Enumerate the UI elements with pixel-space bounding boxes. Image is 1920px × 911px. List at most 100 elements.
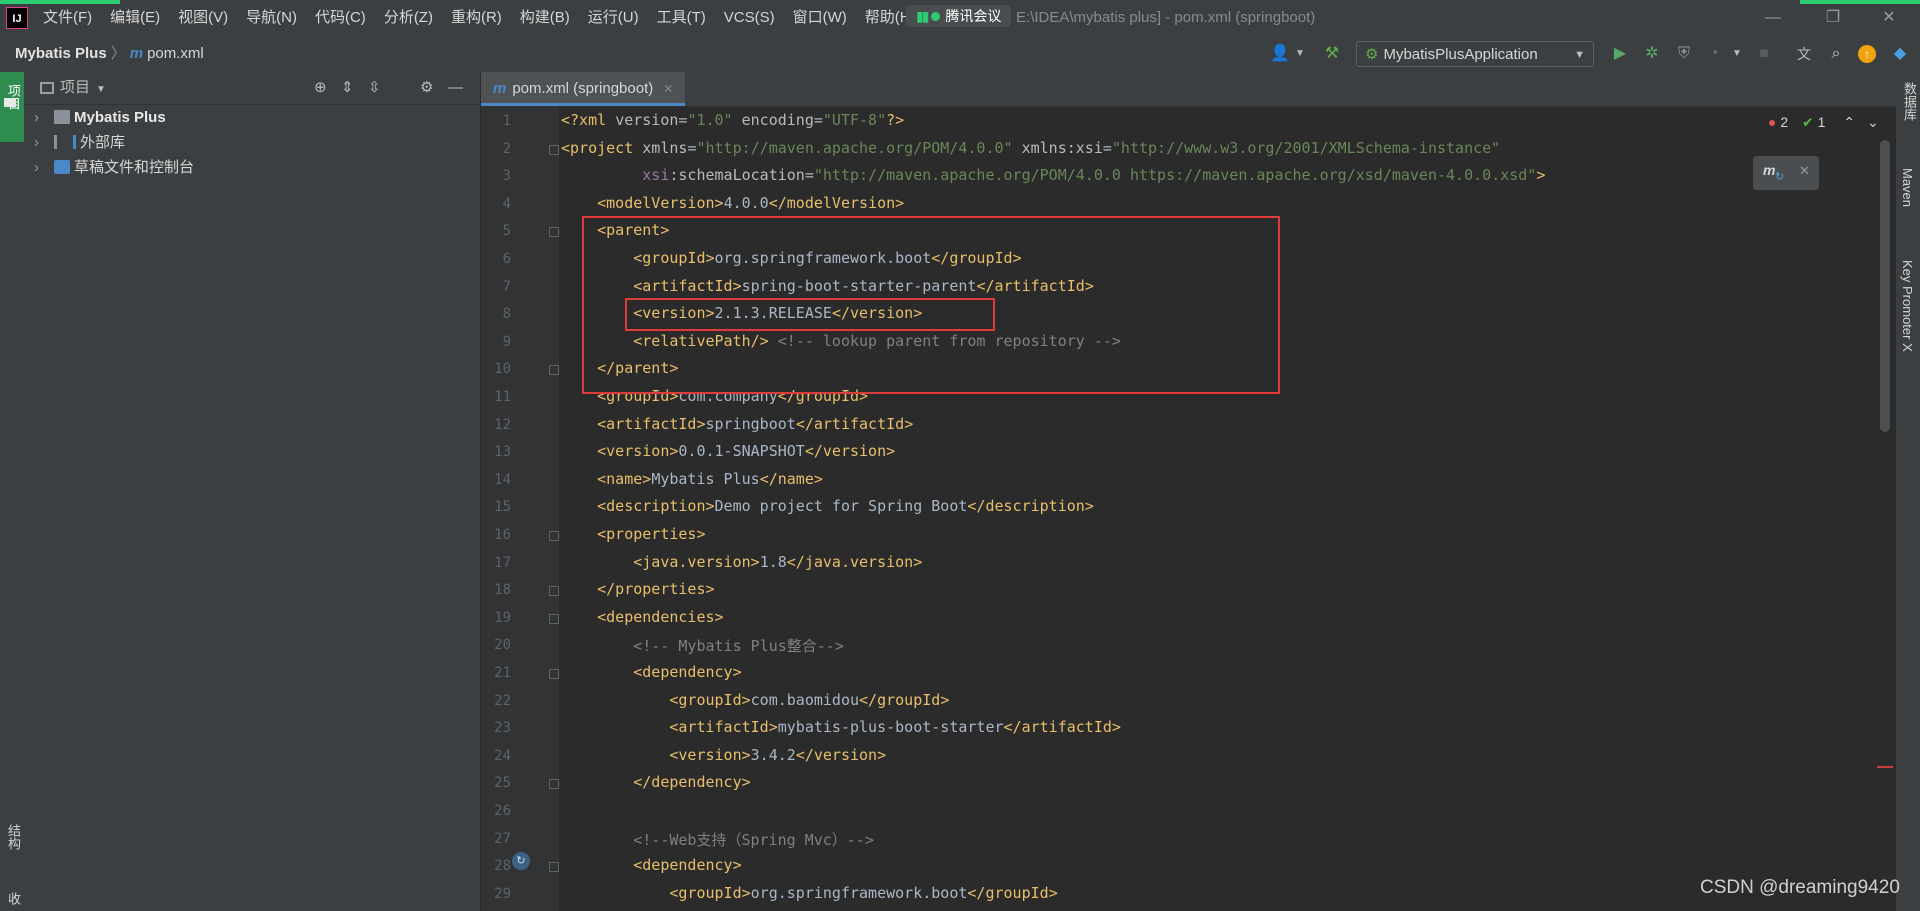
code-line[interactable]: <!-- Mybatis Plus整合--> [561,635,844,656]
error-stripe-marker[interactable] [1877,766,1893,768]
menu-item[interactable]: 运行(U) [579,0,648,36]
code-line[interactable]: <artifactId>springboot</artifactId> [561,415,913,433]
maven-tool-label[interactable]: Maven [1900,168,1915,207]
collapse-all-icon[interactable]: ⇳ [368,72,381,104]
code-line[interactable]: <project xmlns="http://maven.apache.org/… [561,139,1500,157]
fold-marker-icon[interactable] [549,365,559,376]
editor-scrollbar[interactable] [1880,140,1890,432]
breadcrumb-project[interactable]: Mybatis Plus [15,45,107,62]
code-line[interactable]: <dependency> [561,663,741,681]
database-tool-label[interactable]: 数据库 [1900,82,1919,121]
user-icon[interactable]: 👤 [1270,44,1290,64]
menu-item[interactable]: VCS(S) [715,0,784,36]
code-line[interactable]: <artifactId>mybatis-plus-boot-starter</a… [561,718,1121,736]
chevron-right-icon[interactable]: › [34,156,50,180]
profiler-icon[interactable]: ◔ [1704,44,1724,64]
menu-item[interactable]: 工具(T) [648,0,715,36]
chevron-down-icon[interactable]: ▼ [1727,44,1747,64]
maven-reload-icon[interactable]: m [1763,162,1775,178]
close-tab-icon[interactable]: ✕ [663,82,673,96]
expand-all-icon[interactable]: ⇕ [341,72,354,104]
line-number: 24 [494,747,511,764]
chevron-right-icon[interactable]: › [34,131,50,155]
menu-item[interactable]: 代码(C) [306,0,375,36]
plugin-icon[interactable]: ◆ [1890,44,1910,64]
breadcrumb-file[interactable]: pom.xml [147,45,204,62]
fold-marker-icon[interactable] [549,586,559,597]
code-line[interactable]: <groupId>com.baomidou</groupId> [561,691,949,709]
code-line[interactable]: <version>3.4.2</version> [561,746,886,764]
line-number: 27 [494,830,511,847]
code-line[interactable]: <properties> [561,525,705,543]
inspection-widget[interactable]: ● 2 ✔ 1 ⌃ ⌄ [1768,114,1879,131]
close-icon[interactable]: ✕ [1799,163,1810,179]
code-line[interactable]: <description>Demo project for Spring Boo… [561,497,1094,515]
chevron-down-icon[interactable]: ▼ [1290,44,1310,64]
structure-tool-label[interactable]: 结构 [4,824,23,850]
code-line[interactable]: <dependencies> [561,608,723,626]
fold-marker-icon[interactable] [549,862,559,873]
line-number: 3 [502,168,511,185]
next-highlight-icon[interactable]: ⌄ [1867,114,1879,130]
coverage-icon[interactable]: ⛨ [1674,44,1694,64]
meeting-indicator[interactable]: ▮▮ 腾讯会议 [906,5,1012,27]
menu-item[interactable]: 窗口(W) [784,0,856,36]
project-panel-title[interactable]: 项目 [60,79,90,96]
tree-item[interactable]: › Mybatis Plus [24,106,166,130]
run-icon[interactable]: ▶ [1610,44,1630,64]
maven-reload-popup[interactable]: m ↻ ✕ [1753,156,1819,190]
previous-highlight-icon[interactable]: ⌃ [1843,114,1855,130]
tab-pom-xml[interactable]: m pom.xml (springboot) ✕ [481,72,686,106]
search-icon[interactable]: ⌕ [1826,44,1846,64]
code-line[interactable]: xsi:schemaLocation="http://maven.apache.… [561,166,1545,184]
debug-icon[interactable]: ✲ [1642,44,1662,64]
menu-item[interactable]: 导航(N) [237,0,306,36]
menu-item[interactable]: 分析(Z) [375,0,442,36]
code-line[interactable]: <?xml version="1.0" encoding="UTF-8"?> [561,111,904,129]
line-number: 18 [494,582,511,599]
key-promoter-tool-label[interactable]: Key Promoter X [1900,260,1915,352]
watermark: CSDN @dreaming9420 [1700,877,1900,898]
tree-item[interactable]: › 草稿文件和控制台 [24,156,194,180]
gear-icon[interactable]: ⚙ [420,72,433,104]
line-number: 17 [494,554,511,571]
restore-button[interactable]: ❐ [1810,0,1856,36]
chevron-right-icon[interactable]: › [34,106,50,130]
fold-marker-icon[interactable] [549,144,559,155]
title-bar: IJ 文件(F) 编辑(E) 视图(V) 导航(N) 代码(C) 分析(Z) 重构(R) 构建… [0,0,1920,36]
build-hammer-icon[interactable]: ⚒ [1322,44,1342,64]
fold-marker-icon[interactable] [549,227,559,238]
minimize-button[interactable]: — [1750,0,1796,36]
run-configuration-select[interactable]: ⚙ MybatisPlusApplication ▼ [1356,41,1594,67]
hide-panel-icon[interactable]: — [448,72,463,104]
code-line[interactable]: </properties> [561,580,714,598]
code-line[interactable]: <groupId>org.springframework.boot</group… [561,884,1057,902]
update-icon[interactable]: ↑ [1858,45,1876,63]
tree-item[interactable]: › 外部库 [24,131,125,155]
line-number: 19 [494,609,511,626]
locate-icon[interactable]: ⊕ [314,72,327,104]
close-button[interactable]: ✕ [1866,0,1912,36]
menu-item[interactable]: 重构(R) [442,0,511,36]
code-line[interactable]: <!--Web支持（Spring Mvc）--> [561,829,874,850]
menu-item[interactable]: 文件(F) [34,0,101,36]
menu-item[interactable]: 构建(B) [511,0,579,36]
stop-icon[interactable]: ■ [1754,44,1774,64]
fold-marker-icon[interactable] [549,669,559,679]
fold-marker-icon[interactable] [549,531,559,541]
code-line[interactable]: <version>0.0.1-SNAPSHOT</version> [561,442,895,460]
spring-gutter-icon[interactable]: ↻ [512,852,530,870]
code-line[interactable]: <name>Mybatis Plus</name> [561,470,823,488]
code-line[interactable]: <java.version>1.8</java.version> [561,553,922,571]
chevron-down-icon[interactable]: ▼ [96,84,106,95]
code-line[interactable]: <modelVersion>4.0.0</modelVersion> [561,194,904,212]
bottom-tool-label[interactable]: 收 [4,892,23,905]
fold-marker-icon[interactable] [549,779,559,790]
code-line[interactable]: <dependency> [561,856,741,874]
menu-item[interactable]: 编辑(E) [101,0,169,36]
menu-item[interactable]: 视图(V) [169,0,237,36]
translate-icon[interactable]: 文 [1794,44,1814,64]
project-tool-tab[interactable]: 项目 [0,72,24,142]
code-line[interactable]: </dependency> [561,773,750,791]
fold-marker-icon[interactable] [549,613,559,624]
